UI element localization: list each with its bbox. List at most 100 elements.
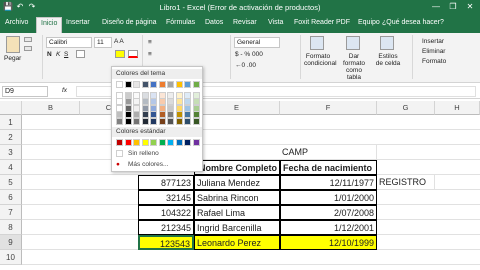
cell-E5[interactable]: Juliana Mendez <box>194 175 280 190</box>
tell-me-input[interactable]: ¿Qué desea hacer? <box>382 19 444 26</box>
theme-color-swatch[interactable] <box>158 117 166 125</box>
more-colors-option[interactable]: Más colores... <box>128 161 168 168</box>
theme-color-swatch[interactable] <box>167 117 174 125</box>
cell-E6[interactable]: Sabrina Rincon <box>194 190 280 205</box>
theme-color-swatch[interactable] <box>141 117 149 125</box>
conditional-format-button[interactable]: Formato condicional <box>304 53 337 67</box>
border-icon[interactable] <box>76 50 85 58</box>
standard-color-swatch[interactable] <box>124 139 132 146</box>
row-header[interactable]: 4 <box>0 160 22 175</box>
theme-color-swatch[interactable] <box>167 81 174 88</box>
theme-color-swatch[interactable] <box>192 117 200 125</box>
standard-color-swatch[interactable] <box>167 139 174 146</box>
tab-foxit[interactable]: Foxit Reader PDF <box>294 19 350 26</box>
standard-color-swatch[interactable] <box>150 139 157 146</box>
theme-color-swatch[interactable] <box>133 117 140 125</box>
italic-button[interactable]: K <box>56 51 60 58</box>
tab-equipo[interactable]: Equipo <box>358 19 380 26</box>
cell-E8[interactable]: Ingrid Barcenilla <box>194 220 280 235</box>
column-header[interactable]: F <box>280 101 377 115</box>
theme-color-swatch[interactable] <box>184 81 191 88</box>
cell-E4[interactable]: Nombre Completo <box>194 160 280 175</box>
font-size-select[interactable]: 11 <box>94 37 112 48</box>
tab-datos[interactable]: Datos <box>205 19 223 26</box>
theme-color-swatch[interactable] <box>116 117 123 125</box>
theme-color-swatch[interactable] <box>141 81 149 88</box>
theme-color-swatch[interactable] <box>124 81 132 88</box>
theme-color-swatch[interactable] <box>133 81 140 88</box>
theme-color-swatch[interactable] <box>124 117 132 125</box>
bold-button[interactable]: N <box>47 51 52 58</box>
column-header[interactable]: E <box>194 101 280 115</box>
tab-revisar[interactable]: Revisar <box>233 19 257 26</box>
cell-F3[interactable]: CAMP <box>280 145 377 160</box>
cell-G5[interactable]: REGISTRO <box>377 175 435 190</box>
theme-color-swatch[interactable] <box>175 81 183 88</box>
row-header[interactable]: 9 <box>0 235 22 250</box>
underline-button[interactable]: S <box>64 51 68 58</box>
row-header[interactable]: 10 <box>0 250 22 265</box>
cell-F5[interactable]: 12/11/1977 <box>280 175 377 190</box>
cell-F8[interactable]: 1/12/2001 <box>280 220 377 235</box>
standard-color-swatch[interactable] <box>184 139 191 146</box>
cell-D8[interactable]: 212345 <box>138 220 194 235</box>
tab-formulas[interactable]: Fórmulas <box>166 19 195 26</box>
column-header[interactable]: H <box>435 101 480 115</box>
close-button[interactable]: ✕ <box>462 1 478 13</box>
font-name-select[interactable]: Calibri <box>46 37 92 48</box>
theme-color-swatch[interactable] <box>192 81 200 88</box>
currency-buttons[interactable]: $ - % 000 <box>235 51 263 58</box>
row-header[interactable]: 2 <box>0 130 22 145</box>
cell-F6[interactable]: 1/01/2000 <box>280 190 377 205</box>
format-table-button[interactable]: Dar formato como tabla <box>340 53 368 81</box>
cell-E7[interactable]: Rafael Lima <box>194 205 280 220</box>
format-cells-button[interactable]: Formato <box>422 58 446 65</box>
format-table-icon[interactable] <box>346 36 360 50</box>
theme-color-swatch[interactable] <box>116 81 123 88</box>
cell-D9[interactable]: 123543 <box>138 235 194 250</box>
standard-color-swatch[interactable] <box>133 139 140 146</box>
decimal-buttons[interactable]: ←0 .00 <box>235 62 256 69</box>
no-fill-option[interactable]: Sin relleno <box>128 150 159 157</box>
tab-diseno[interactable]: Diseño de página <box>102 19 157 26</box>
fill-color-icon[interactable] <box>115 50 125 58</box>
insert-cells-button[interactable]: Insertar <box>422 38 444 45</box>
font-grow-buttons[interactable]: A A <box>114 38 124 45</box>
copy-icon[interactable] <box>24 46 32 51</box>
theme-color-swatch[interactable] <box>175 117 183 125</box>
cell-styles-icon[interactable] <box>380 36 394 50</box>
theme-color-swatch[interactable] <box>150 81 157 88</box>
cell-F4[interactable]: Fecha de nacimiento <box>280 160 377 175</box>
column-header[interactable]: G <box>377 101 435 115</box>
restore-button[interactable]: ❐ <box>445 1 461 13</box>
clipboard-icon[interactable] <box>6 36 20 53</box>
row-header[interactable]: 6 <box>0 190 22 205</box>
row-header[interactable]: 5 <box>0 175 22 190</box>
conditional-format-icon[interactable] <box>310 36 324 50</box>
standard-color-swatch[interactable] <box>192 139 200 146</box>
font-color-icon[interactable] <box>128 50 138 58</box>
cell-F9[interactable]: 12/10/1999 <box>280 235 377 250</box>
align-icon[interactable]: ≡ <box>148 39 152 46</box>
standard-color-swatch[interactable] <box>175 139 183 146</box>
theme-color-swatch[interactable] <box>150 117 157 125</box>
standard-color-swatch[interactable] <box>116 139 123 146</box>
standard-color-swatch[interactable] <box>158 139 166 146</box>
tab-vista[interactable]: Vista <box>268 19 283 26</box>
paste-label[interactable]: Pegar <box>4 55 21 62</box>
minimize-button[interactable]: — <box>428 1 444 13</box>
theme-color-swatch[interactable] <box>184 117 191 125</box>
cell-E9[interactable]: Leonardo Perez <box>194 235 280 250</box>
row-header[interactable]: 7 <box>0 205 22 220</box>
cell-D5[interactable]: 877123 <box>138 175 194 190</box>
cell-F7[interactable]: 2/07/2008 <box>280 205 377 220</box>
row-header[interactable]: 1 <box>0 115 22 130</box>
cut-icon[interactable] <box>24 37 32 42</box>
cell-D7[interactable]: 104322 <box>138 205 194 220</box>
cell-D6[interactable]: 32145 <box>138 190 194 205</box>
number-format-select[interactable]: General <box>234 37 280 48</box>
column-header[interactable]: B <box>22 101 80 115</box>
cell-styles-button[interactable]: Estilos de celda <box>374 53 402 67</box>
tab-archivo[interactable]: Archivo <box>5 19 28 26</box>
select-all[interactable] <box>0 101 22 115</box>
